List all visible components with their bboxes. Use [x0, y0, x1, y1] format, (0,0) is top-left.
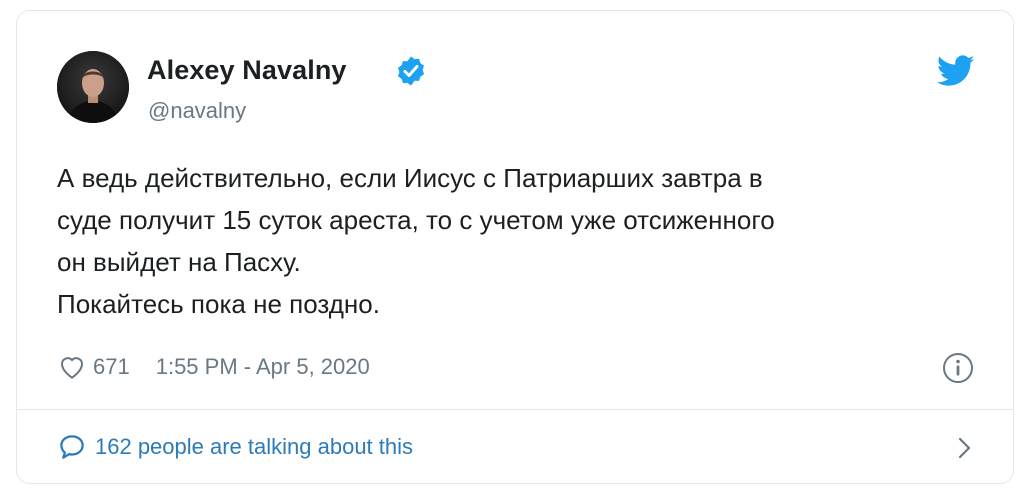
- timestamp[interactable]: 1:55 PM - Apr 5, 2020: [156, 354, 370, 380]
- talking-about-link[interactable]: 162 people are talking about this: [57, 427, 975, 467]
- author-handle[interactable]: @navalny: [148, 98, 246, 124]
- tweet-text-line: А ведь действительно, если Иисус с Патри…: [57, 163, 763, 193]
- info-icon[interactable]: [941, 351, 975, 385]
- comment-bubble-icon: [60, 435, 84, 459]
- talking-about-label[interactable]: 162 people are talking about this: [95, 434, 413, 460]
- heart-icon[interactable]: [57, 352, 87, 382]
- tweet-meta: 671 1:55 PM - Apr 5, 2020: [57, 349, 987, 385]
- author-name[interactable]: Alexey Navalny: [147, 55, 347, 86]
- chevron-right-icon[interactable]: [953, 435, 975, 461]
- like-count[interactable]: 671: [93, 354, 130, 380]
- divider: [17, 409, 1013, 410]
- twitter-bird-icon[interactable]: [937, 55, 975, 87]
- tweet-text-line: Покайтесь пока не поздно.: [57, 289, 380, 319]
- verified-badge-icon: [398, 56, 424, 86]
- tweet-text-line: он выйдет на Пасху.: [57, 247, 301, 277]
- avatar[interactable]: [57, 51, 129, 123]
- tweet-text-line: суде получит 15 суток ареста, то с учето…: [57, 205, 775, 235]
- tweet-card: Alexey Navalny @navalny А ведь действите…: [16, 10, 1014, 484]
- tweet-text: А ведь действительно, если Иисус с Патри…: [57, 157, 987, 325]
